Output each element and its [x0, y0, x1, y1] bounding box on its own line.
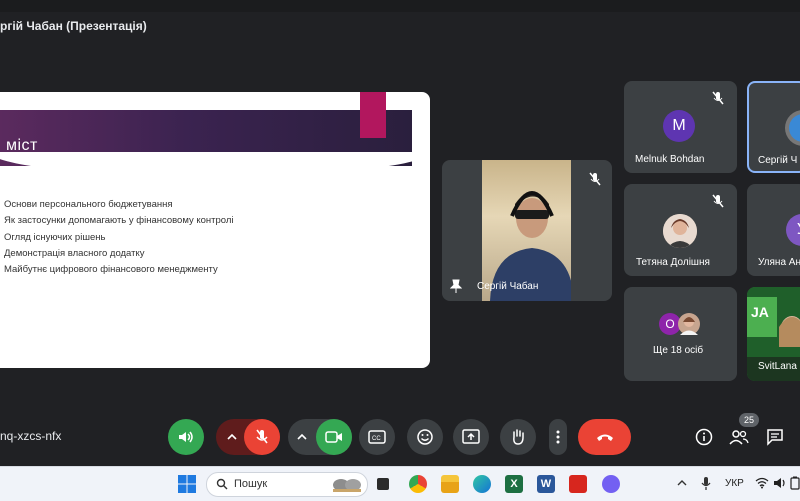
mic-off-icon: [712, 194, 724, 208]
camera-toggle-button[interactable]: [316, 419, 352, 455]
top-divider: [0, 0, 800, 12]
participant-name: SvitLana: [758, 361, 797, 372]
battery-icon[interactable]: [790, 476, 800, 490]
avatar: [678, 313, 700, 335]
mic-off-icon: [589, 172, 601, 186]
svg-text:JA: JA: [751, 304, 769, 320]
taskbar: Пошук X W УКР: [0, 466, 800, 501]
info-icon[interactable]: [695, 428, 713, 446]
participants-count-badge: 25: [739, 413, 759, 427]
camera-group: [288, 419, 352, 455]
slide-bullet: Майбутнє цифрового фінансового менеджмен…: [4, 264, 218, 276]
participant-tile-melnuk[interactable]: M Melnuk Bohdan: [624, 81, 737, 173]
mic-off-icon: [712, 91, 724, 105]
volume-icon[interactable]: [773, 476, 787, 490]
word-icon[interactable]: W: [537, 475, 555, 493]
present-button[interactable]: [453, 419, 489, 455]
pin-icon[interactable]: [450, 279, 462, 293]
slide-swoosh: [0, 152, 430, 176]
closed-captions-icon: CC: [368, 430, 386, 444]
more-options-button[interactable]: [549, 419, 567, 455]
slide-bullet: Демонстрація власного додатку: [4, 247, 145, 259]
chevron-up-icon[interactable]: [296, 431, 308, 443]
acrobat-icon[interactable]: [569, 475, 587, 493]
people-icon[interactable]: [729, 428, 749, 446]
participant-name: Сергій Ч: [758, 155, 798, 166]
presenter-video: [482, 160, 574, 301]
slide-bullet: Як застосунки допомагають у фінансовому …: [4, 215, 234, 227]
slide-bullet: Огляд існуючих рішень: [4, 231, 106, 243]
end-call-button[interactable]: [578, 419, 631, 455]
speaker-button[interactable]: [168, 419, 204, 455]
window-title: ргій Чабан (Презентація): [0, 19, 147, 33]
avatar: M: [663, 110, 695, 142]
mic-toggle-button[interactable]: [244, 419, 280, 455]
chat-icon[interactable]: [766, 428, 784, 446]
edge-icon[interactable]: [473, 475, 491, 493]
taskbar-search[interactable]: Пошук: [206, 472, 368, 497]
participant-tile-serhii[interactable]: Сергій Ч: [747, 81, 800, 173]
participant-tile-svitlana[interactable]: JA SvitLana: [747, 287, 800, 381]
search-placeholder: Пошук: [234, 478, 268, 490]
present-screen-icon: [462, 429, 480, 444]
viber-icon[interactable]: [602, 475, 620, 493]
mic-group: [216, 419, 280, 455]
search-highlight-image: [333, 479, 361, 492]
slide-accent-tab: [360, 92, 386, 138]
presentation-slide: міст Основи персонального бюджетування Я…: [0, 92, 430, 368]
search-icon: [216, 478, 228, 490]
microphone-icon[interactable]: [700, 476, 712, 492]
captions-button[interactable]: CC: [359, 419, 395, 455]
participant-name: Уляна Ан: [758, 257, 800, 268]
chrome-icon[interactable]: [409, 475, 427, 493]
mic-off-icon: [256, 429, 268, 444]
slide-bullet: Основи персонального бюджетування: [4, 199, 173, 210]
hang-up-icon: [597, 434, 613, 441]
language-indicator[interactable]: УКР: [725, 478, 744, 489]
chevron-up-icon[interactable]: [226, 431, 238, 443]
video-camera-icon: [325, 431, 342, 443]
task-view-icon[interactable]: [377, 478, 389, 490]
emoji-icon: [417, 429, 433, 445]
avatar-photo: [663, 214, 697, 248]
excel-icon[interactable]: X: [505, 475, 523, 493]
participant-name: Тетяна Долішня: [636, 257, 710, 268]
top-bar: ргій Чабан (Презентація): [0, 0, 800, 42]
file-explorer-icon[interactable]: [441, 475, 459, 493]
windows-start-icon[interactable]: [178, 475, 196, 493]
avatar: У: [786, 214, 800, 246]
avatar-inner: [789, 114, 800, 142]
hand-icon: [513, 429, 524, 445]
presenter-tile[interactable]: Сергій Чабан: [442, 160, 612, 301]
participant-tile-tetiana[interactable]: Тетяна Долішня: [624, 184, 737, 276]
more-participants-tile[interactable]: O Ще 18 осіб: [624, 287, 737, 381]
slide-title: міст: [6, 137, 38, 154]
meeting-code: nq-xzcs-nfx: [0, 429, 62, 443]
svg-text:CC: CC: [372, 436, 381, 442]
more-vert-icon: [556, 430, 560, 444]
chevron-up-icon[interactable]: [677, 479, 687, 487]
participant-tile-uliana[interactable]: У Уляна Ан: [747, 184, 800, 276]
presenter-figure: [490, 191, 574, 301]
speaker-icon: [179, 431, 193, 443]
more-participants-label: Ще 18 осіб: [653, 345, 704, 356]
reactions-button[interactable]: [407, 419, 443, 455]
participant-name: Melnuk Bohdan: [635, 154, 705, 165]
avatar-photo: [680, 317, 698, 335]
raise-hand-button[interactable]: [500, 419, 536, 455]
avatar: [785, 110, 800, 146]
presenter-name: Сергій Чабан: [477, 281, 539, 292]
wifi-icon[interactable]: [755, 477, 769, 489]
avatar: [663, 214, 697, 248]
slide-bullet-list: Основи персонального бюджетування Як зас…: [4, 197, 234, 278]
